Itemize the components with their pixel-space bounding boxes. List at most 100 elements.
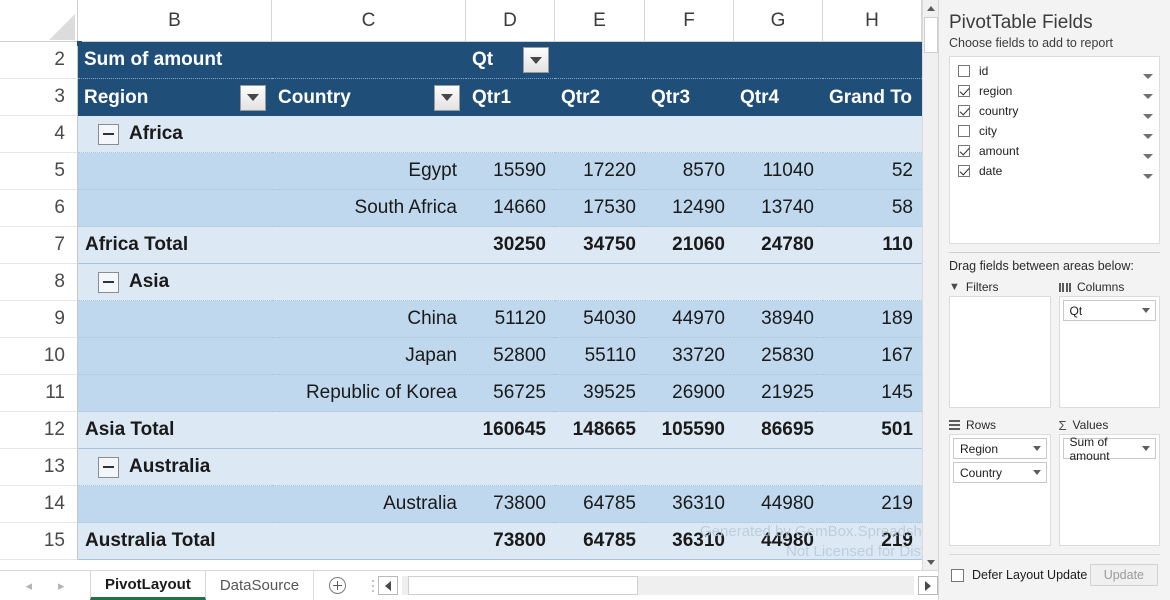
scroll-down-button[interactable] — [923, 554, 938, 570]
field-list[interactable]: id region country city amount date — [949, 56, 1160, 244]
chevron-down-icon[interactable] — [1142, 308, 1150, 313]
row-header-10[interactable]: 10 — [0, 338, 78, 375]
value-cell-6-5[interactable]: 58 — [823, 190, 922, 227]
total-label-cell[interactable]: Australia Total — [78, 523, 272, 560]
value-cell-4-4[interactable] — [734, 116, 823, 153]
blank-country-cell[interactable] — [272, 264, 466, 301]
value-cell-5-2[interactable]: 17220 — [555, 153, 645, 190]
column-header-D[interactable]: D — [466, 0, 555, 42]
value-cell-10-2[interactable]: 55110 — [555, 338, 645, 375]
checkbox-checked-icon[interactable] — [958, 165, 970, 177]
value-cell-9-1[interactable]: 51120 — [466, 301, 555, 338]
column-header-B[interactable]: B — [78, 0, 272, 42]
vertical-scroll-thumb[interactable] — [924, 17, 938, 53]
blank-country-cell[interactable] — [272, 449, 466, 486]
blank-country-cell[interactable] — [272, 116, 466, 153]
row-field-country-cell[interactable]: Country — [272, 79, 466, 116]
row2-blank-F[interactable] — [645, 42, 734, 79]
row-header-12[interactable]: 12 — [0, 412, 78, 449]
region-cell-asia[interactable]: Asia — [78, 264, 272, 301]
horizontal-scrollbar[interactable] — [360, 571, 938, 600]
value-cell-9-4[interactable]: 38940 — [734, 301, 823, 338]
value-cell-14-5[interactable]: 219 — [823, 486, 922, 523]
checkbox-checked-icon[interactable] — [958, 105, 970, 117]
value-cell-7-2[interactable]: 34750 — [555, 227, 645, 264]
value-cell-11-4[interactable]: 21925 — [734, 375, 823, 412]
row-header-11[interactable]: 11 — [0, 375, 78, 412]
hscroll-track[interactable] — [402, 576, 914, 595]
value-cell-10-4[interactable]: 25830 — [734, 338, 823, 375]
value-cell-15-2[interactable]: 64785 — [555, 523, 645, 560]
value-cell-7-3[interactable]: 21060 — [645, 227, 734, 264]
row-header-6[interactable]: 6 — [0, 190, 78, 227]
sheet-next-button[interactable]: ▸ — [58, 578, 65, 594]
blank-region-cell[interactable] — [78, 153, 272, 190]
sheet-tab-datasource[interactable]: DataSource — [206, 571, 315, 600]
hscroll-right-button[interactable] — [918, 576, 938, 595]
field-row-amount[interactable]: amount — [950, 141, 1159, 161]
value-cell-11-3[interactable]: 26900 — [645, 375, 734, 412]
blank-country-cell[interactable] — [272, 523, 466, 560]
row-header-13[interactable]: 13 — [0, 449, 78, 486]
value-cell-7-1[interactable]: 30250 — [466, 227, 555, 264]
region-filter-button[interactable] — [240, 84, 266, 111]
row2-blank-H[interactable] — [823, 42, 922, 79]
value-header-grand-total[interactable]: Grand To — [823, 79, 922, 116]
row-header-9[interactable]: 9 — [0, 301, 78, 338]
blank-country-cell[interactable] — [272, 227, 466, 264]
pivot-title-cell[interactable]: Sum of amount — [78, 42, 272, 79]
country-cell[interactable]: Australia — [272, 486, 466, 523]
value-cell-5-1[interactable]: 15590 — [466, 153, 555, 190]
row-header-5[interactable]: 5 — [0, 153, 78, 190]
hscroll-left-button[interactable] — [378, 576, 399, 595]
row2-blank-G[interactable] — [734, 42, 823, 79]
field-row-country[interactable]: country — [950, 101, 1159, 121]
value-cell-15-1[interactable]: 73800 — [466, 523, 555, 560]
checkbox-icon[interactable] — [958, 65, 970, 77]
update-button[interactable]: Update — [1089, 564, 1158, 586]
value-cell-9-3[interactable]: 44970 — [645, 301, 734, 338]
row-header-4[interactable]: 4 — [0, 116, 78, 153]
value-cell-13-5[interactable] — [823, 449, 922, 486]
select-all-corner[interactable] — [0, 0, 78, 42]
value-header-qtr3[interactable]: Qtr3 — [645, 79, 734, 116]
blank-region-cell[interactable] — [78, 301, 272, 338]
value-cell-12-5[interactable]: 501 — [823, 412, 922, 449]
add-sheet-button[interactable] — [314, 571, 360, 600]
value-cell-4-3[interactable] — [645, 116, 734, 153]
chevron-down-icon[interactable] — [1143, 134, 1153, 139]
values-chip-1[interactable]: Sum of amount — [1062, 435, 1156, 463]
region-cell-australia[interactable]: Australia — [78, 449, 272, 486]
value-header-qtr2[interactable]: Qtr2 — [555, 79, 645, 116]
value-cell-9-5[interactable]: 189 — [823, 301, 922, 338]
value-cell-13-1[interactable] — [466, 449, 555, 486]
country-cell[interactable]: Egypt — [272, 153, 466, 190]
row-header-7[interactable]: 7 — [0, 227, 78, 264]
column-header-G[interactable]: G — [734, 0, 823, 42]
blank-country-cell[interactable] — [272, 412, 466, 449]
value-cell-12-3[interactable]: 105590 — [645, 412, 734, 449]
value-cell-6-2[interactable]: 17530 — [555, 190, 645, 227]
chevron-down-icon[interactable] — [1143, 174, 1153, 179]
values-drop-area[interactable]: Sum of amount — [1058, 434, 1160, 546]
country-cell[interactable]: Republic of Korea — [272, 375, 466, 412]
value-cell-7-4[interactable]: 24780 — [734, 227, 823, 264]
row2-blank-E[interactable] — [555, 42, 645, 79]
row-header-2[interactable]: 2 — [0, 42, 78, 79]
country-filter-button[interactable] — [434, 84, 460, 111]
value-cell-11-1[interactable]: 56725 — [466, 375, 555, 412]
value-header-qtr1[interactable]: Qtr1 — [466, 79, 555, 116]
value-cell-14-4[interactable]: 44980 — [734, 486, 823, 523]
country-cell[interactable]: South Africa — [272, 190, 466, 227]
field-row-region[interactable]: region — [950, 81, 1159, 101]
total-label-cell[interactable]: Asia Total — [78, 412, 272, 449]
value-cell-10-5[interactable]: 167 — [823, 338, 922, 375]
sheet-tab-pivotlayout[interactable]: PivotLayout — [90, 570, 206, 600]
vertical-scrollbar[interactable] — [922, 0, 938, 570]
chevron-down-icon[interactable] — [1142, 446, 1150, 451]
value-cell-4-1[interactable] — [466, 116, 555, 153]
rows-drop-area[interactable]: Region Country — [949, 434, 1051, 546]
value-cell-11-5[interactable]: 145 — [823, 375, 922, 412]
blank-region-cell[interactable] — [78, 190, 272, 227]
value-cell-8-3[interactable] — [645, 264, 734, 301]
